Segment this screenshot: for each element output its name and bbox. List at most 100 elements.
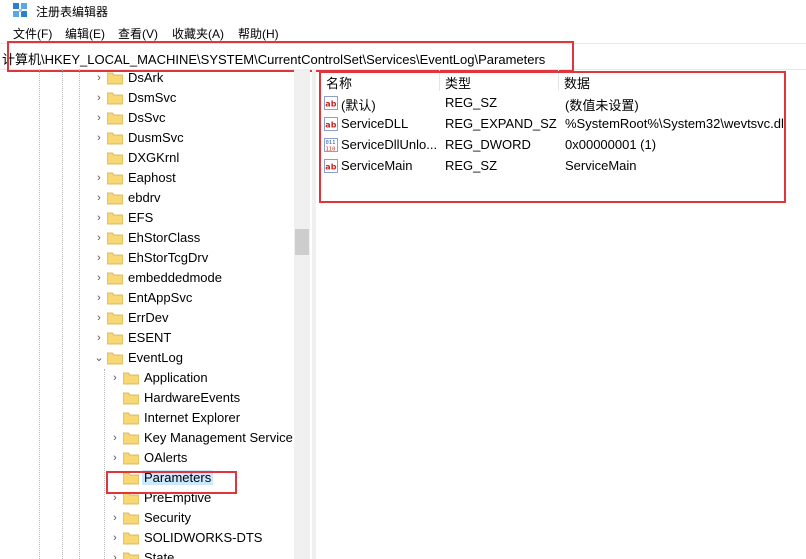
menu-edit[interactable]: 编辑(E) <box>65 25 105 42</box>
column-header-type[interactable]: 类型 <box>445 73 471 92</box>
chevron-right-icon[interactable]: › <box>93 272 105 284</box>
chevron-right-icon[interactable]: › <box>93 172 105 184</box>
menu-view[interactable]: 查看(V) <box>118 25 158 42</box>
folder-icon <box>107 272 123 285</box>
folder-icon <box>107 72 123 85</box>
address-bar[interactable]: 计算机\HKEY_LOCAL_MACHINE\SYSTEM\CurrentCon… <box>0 43 806 70</box>
string-value-icon: ab <box>324 159 338 173</box>
value-row[interactable]: 011 110 ServiceDllUnlo... REG_DWORD 0x000000… <box>318 135 806 156</box>
key-tree[interactable]: › DsArk › DsmSvc › DsSvc › DusmSvc DXGKrnl › Eapho… <box>0 69 312 559</box>
svg-text:110: 110 <box>326 147 336 153</box>
tree-node-label: embeddedmode <box>128 270 222 285</box>
window-title: 注册表编辑器 <box>36 5 109 19</box>
folder-icon <box>107 312 123 325</box>
column-header-name[interactable]: 名称 <box>326 73 352 92</box>
tree-node-label: Parameters <box>142 470 214 485</box>
chevron-right-icon[interactable]: › <box>109 432 121 444</box>
folder-icon <box>107 212 123 225</box>
chevron-right-icon[interactable]: › <box>93 92 105 104</box>
menu-favorites[interactable]: 收藏夹(A) <box>172 25 224 42</box>
folder-icon <box>123 472 139 485</box>
value-data: (数值未设置) <box>565 98 639 113</box>
tree-node-label: EventLog <box>128 350 183 365</box>
tree-node-label: DsmSvc <box>128 90 177 105</box>
pane-splitter[interactable] <box>312 69 316 559</box>
chevron-right-icon[interactable]: › <box>93 132 105 144</box>
tree-node-label: Key Management Service <box>144 430 293 445</box>
tree-node-label: DusmSvc <box>128 130 184 145</box>
tree-node-label: EhStorClass <box>128 230 201 245</box>
svg-text:ab: ab <box>325 121 336 130</box>
tree-node-label: EhStorTcgDrv <box>128 250 209 265</box>
value-name: ServiceDllUnlo... <box>341 137 438 152</box>
tree-scrollbar-thumb[interactable] <box>295 229 309 255</box>
chevron-right-icon[interactable]: › <box>93 252 105 264</box>
folder-icon <box>107 252 123 265</box>
tree-node-label: ErrDev <box>128 310 169 325</box>
chevron-right-icon[interactable]: › <box>93 112 105 124</box>
tree-node-label: Security <box>144 510 191 525</box>
value-row[interactable]: ab ServiceDLL REG_EXPAND_SZ %SystemRoot%\Sy… <box>318 114 806 135</box>
tree-node-label: Internet Explorer <box>144 410 241 425</box>
tree-node-label: ESENT <box>128 330 172 345</box>
menu-help[interactable]: 帮助(H) <box>238 25 279 42</box>
folder-icon <box>123 512 139 525</box>
chevron-right-icon[interactable]: › <box>93 292 105 304</box>
menu-bar: 文件(F) 编辑(E) 查看(V) 收藏夹(A) 帮助(H) <box>0 24 806 43</box>
chevron-right-icon[interactable]: › <box>93 232 105 244</box>
tree-node-label: DsSvc <box>128 110 166 125</box>
folder-icon <box>107 152 123 165</box>
value-data: ServiceMain <box>565 158 637 173</box>
chevron-right-icon[interactable]: › <box>109 552 121 559</box>
chevron-right-icon[interactable]: › <box>109 452 121 464</box>
value-row[interactable]: ab ServiceMain REG_SZ ServiceMain <box>318 156 806 177</box>
value-data: 0x00000001 (1) <box>565 137 657 152</box>
value-type: REG_DWORD <box>445 137 531 152</box>
title-bar: 注册表编辑器 <box>0 0 806 22</box>
tree-node-label: ebdrv <box>128 190 161 205</box>
values-list[interactable]: 名称 类型 数据 ab (默认) REG_SZ (数值未设置) ab ServiceDLL… <box>318 69 806 559</box>
svg-text:ab: ab <box>325 100 336 109</box>
folder-icon <box>107 92 123 105</box>
value-name: ServiceMain <box>341 158 413 173</box>
column-separator[interactable] <box>558 69 559 91</box>
folder-icon <box>107 292 123 305</box>
tree-node-label: EntAppSvc <box>128 290 193 305</box>
column-header-data[interactable]: 数据 <box>564 73 590 92</box>
tree-node-label: DsArk <box>128 70 164 85</box>
tree-node-label: Application <box>144 370 208 385</box>
tree-node-label: PreEmptive <box>144 490 212 505</box>
tree-node-label: OAlerts <box>144 450 188 465</box>
chevron-right-icon[interactable]: › <box>93 192 105 204</box>
folder-icon <box>107 132 123 145</box>
chevron-right-icon[interactable]: › <box>93 332 105 344</box>
folder-icon <box>107 112 123 125</box>
folder-icon <box>107 172 123 185</box>
folder-icon <box>123 392 139 405</box>
menu-file[interactable]: 文件(F) <box>13 25 52 42</box>
folder-icon <box>123 492 139 505</box>
tree-node-label: Eaphost <box>128 170 176 185</box>
value-row[interactable]: ab (默认) REG_SZ (数值未设置) <box>318 93 806 114</box>
tree-node-label: HardwareEvents <box>144 390 241 405</box>
folder-icon <box>123 432 139 445</box>
tree-scrollbar[interactable] <box>294 69 310 559</box>
svg-text:011: 011 <box>326 140 336 146</box>
folder-icon <box>107 192 123 205</box>
folder-icon <box>123 372 139 385</box>
chevron-right-icon[interactable]: › <box>109 492 121 504</box>
chevron-right-icon[interactable]: › <box>93 72 105 84</box>
column-separator[interactable] <box>439 69 440 91</box>
string-value-icon: ab <box>324 117 338 131</box>
registry-editor-icon <box>13 3 27 17</box>
chevron-right-icon[interactable]: › <box>93 212 105 224</box>
chevron-down-icon[interactable]: ⌄ <box>93 352 105 364</box>
value-type: REG_SZ <box>445 95 498 110</box>
address-path[interactable]: 计算机\HKEY_LOCAL_MACHINE\SYSTEM\CurrentCon… <box>2 49 545 68</box>
chevron-right-icon[interactable]: › <box>109 532 121 544</box>
value-type: REG_EXPAND_SZ <box>445 116 557 131</box>
folder-icon <box>107 232 123 245</box>
chevron-right-icon[interactable]: › <box>109 512 121 524</box>
chevron-right-icon[interactable]: › <box>109 372 121 384</box>
chevron-right-icon[interactable]: › <box>93 312 105 324</box>
